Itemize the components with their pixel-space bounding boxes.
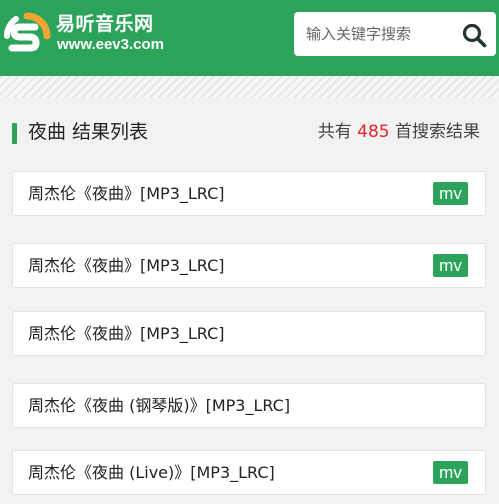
mv-badge[interactable]: mv — [433, 254, 468, 277]
site-name[interactable]: 易听音乐网 — [56, 13, 154, 35]
mv-badge[interactable]: mv — [433, 182, 468, 205]
result-count: 共有 485 首搜索结果 — [318, 119, 480, 145]
song-title[interactable]: 周杰伦《夜曲 (Live)》[MP3_LRC] — [28, 451, 275, 494]
song-item[interactable]: 周杰伦《夜曲》[MP3_LRC] mv — [12, 243, 486, 288]
search-results: 夜曲 结果列表 共有 485 首搜索结果 周杰伦《夜曲》[MP3_LRC] mv… — [0, 98, 499, 504]
site-header: 易听音乐网 www.eev3.com — [0, 0, 499, 76]
search-box — [294, 12, 496, 56]
search-icon[interactable] — [460, 21, 488, 49]
result-count-suffix: 首搜索结果 — [389, 122, 480, 142]
song-item[interactable]: 周杰伦《夜曲》[MP3_LRC] mv — [12, 171, 486, 216]
song-title[interactable]: 周杰伦《夜曲》[MP3_LRC] — [28, 244, 225, 287]
decorative-stripe-divider — [0, 76, 499, 98]
section-marker — [12, 123, 17, 144]
mv-badge[interactable]: mv — [433, 461, 468, 484]
song-title[interactable]: 周杰伦《夜曲 (钢琴版)》[MP3_LRC] — [28, 384, 290, 427]
song-title[interactable]: 周杰伦《夜曲》[MP3_LRC] — [28, 172, 225, 215]
logo-icon[interactable] — [2, 11, 52, 61]
song-item[interactable]: 周杰伦《夜曲 (钢琴版)》[MP3_LRC] — [12, 383, 486, 428]
result-count-prefix: 共有 — [317, 122, 358, 142]
song-item[interactable]: 周杰伦《夜曲 (Live)》[MP3_LRC] mv — [12, 450, 486, 495]
results-heading: 夜曲 结果列表 — [28, 121, 149, 143]
song-item[interactable]: 周杰伦《夜曲》[MP3_LRC] — [12, 311, 486, 356]
song-title[interactable]: 周杰伦《夜曲》[MP3_LRC] — [28, 312, 225, 355]
search-input[interactable] — [294, 12, 454, 56]
result-count-number: 485 — [357, 122, 390, 142]
site-url[interactable]: www.eev3.com — [57, 37, 164, 53]
